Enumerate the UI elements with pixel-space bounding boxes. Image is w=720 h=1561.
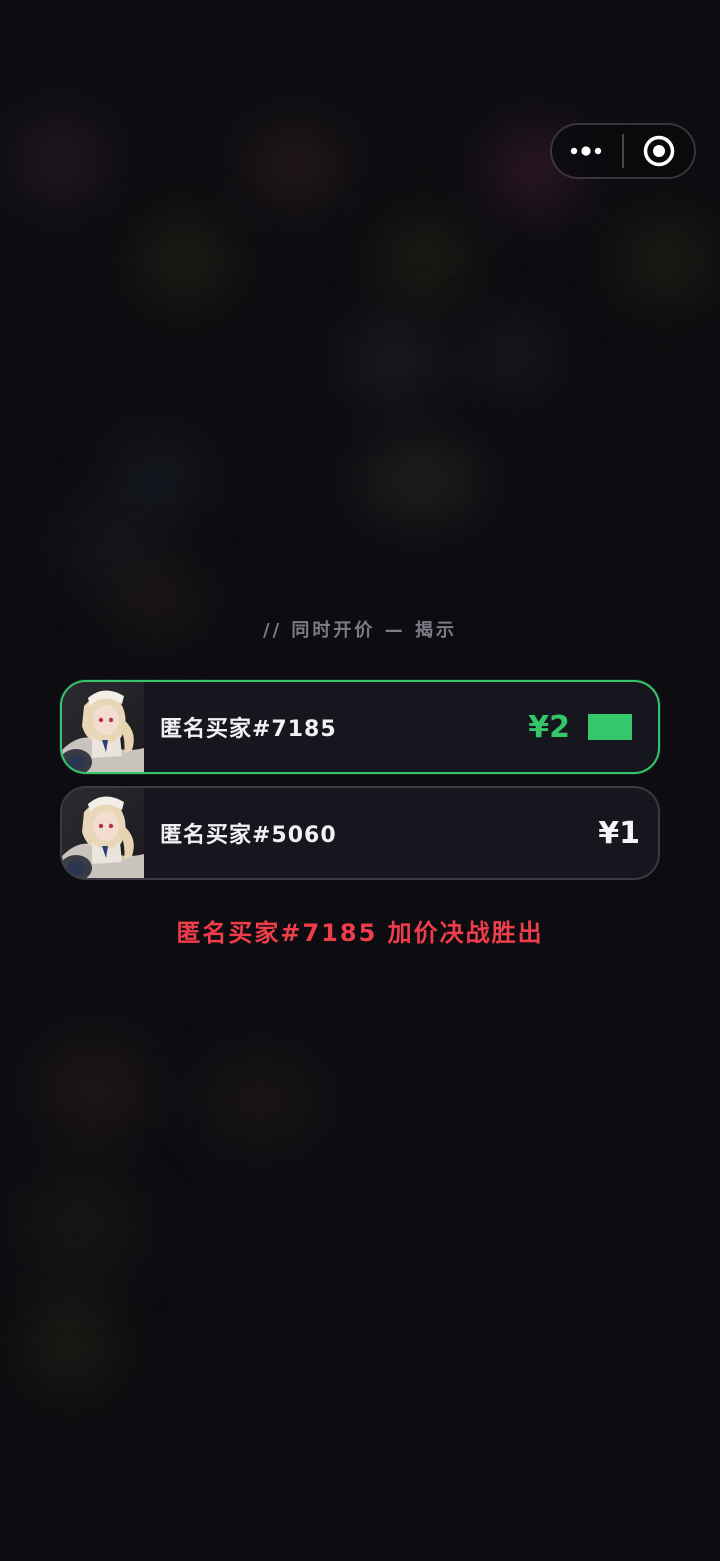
blurred-background (20, 1170, 140, 1280)
blurred-background (620, 220, 710, 300)
screen: // 同时开价 — 揭示 匿名买家#7185 ¥2 匿名买家#5060 ¥1 匿… (0, 0, 720, 1561)
blurred-background (360, 440, 480, 520)
blurred-background (200, 1060, 320, 1140)
bid-card[interactable]: 匿名买家#5060 ¥1 (60, 786, 660, 880)
section-label: // 同时开价 — 揭示 (263, 620, 457, 641)
blurred-background (350, 320, 440, 400)
blurred-background (250, 130, 340, 200)
blurred-background (20, 120, 100, 200)
bid-price: ¥1 (598, 815, 640, 851)
winner-indicator-bar (588, 714, 632, 740)
target-circle-icon (643, 135, 675, 167)
anime-avatar-icon (62, 682, 144, 772)
miniprogram-capsule (550, 123, 696, 179)
blurred-background (380, 220, 470, 300)
blurred-background (30, 1290, 110, 1390)
blurred-background (140, 220, 230, 300)
anime-avatar-icon (62, 788, 144, 878)
bidder-name: 匿名买家#5060 (160, 823, 337, 848)
bid-card[interactable]: 匿名买家#7185 ¥2 (60, 680, 660, 774)
blurred-background (40, 1040, 150, 1140)
more-dots-icon (570, 146, 602, 156)
blurred-background (470, 320, 550, 390)
more-button[interactable] (552, 125, 622, 177)
bidder-name: 匿名买家#7185 (160, 717, 337, 742)
bid-price: ¥2 (528, 709, 570, 745)
result-text: 匿名买家#7185 加价决战胜出 (176, 919, 544, 947)
blurred-background (110, 440, 200, 520)
close-button[interactable] (624, 125, 694, 177)
